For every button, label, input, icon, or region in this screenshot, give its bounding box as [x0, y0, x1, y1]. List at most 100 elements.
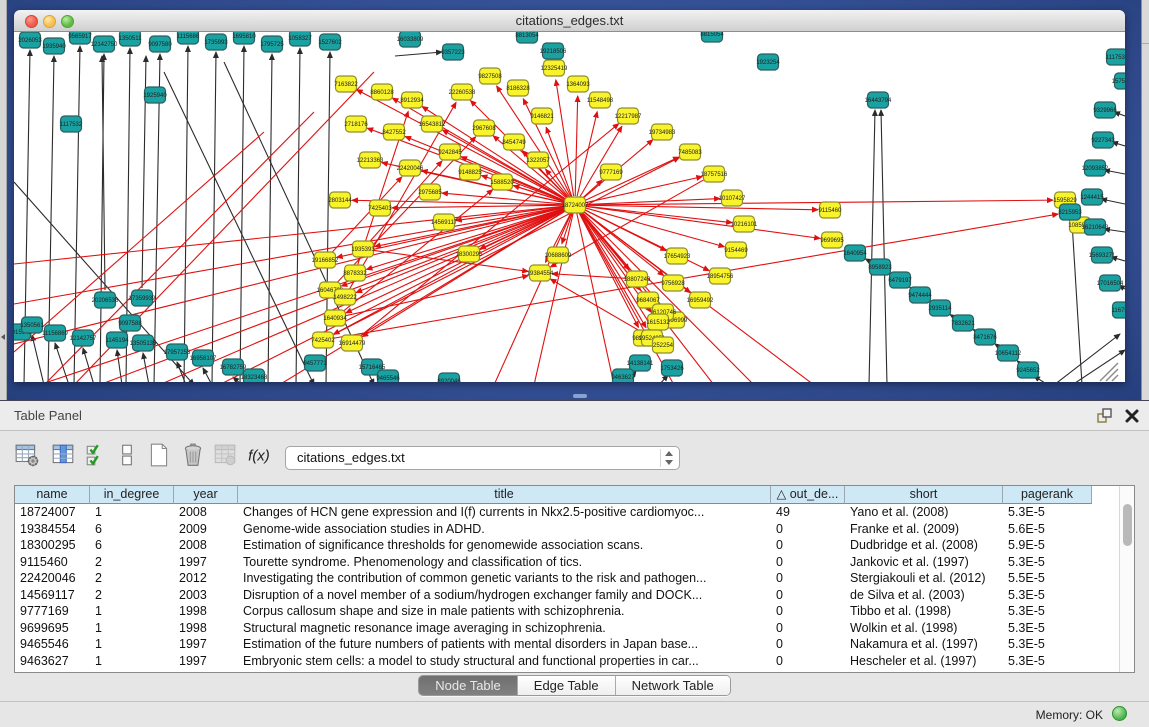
float-panel-button[interactable] [1096, 408, 1114, 424]
graph-edge[interactable] [395, 52, 442, 56]
graph-node-label: 9699695 [820, 238, 844, 244]
graph-node-label: 17359939 [129, 296, 156, 302]
graph-node-label: 7832621 [951, 321, 975, 327]
graph-node-label: 1735993 [204, 40, 228, 46]
table-cell: 6 [90, 521, 174, 538]
delete-table-icon[interactable] [212, 442, 242, 472]
table-header-row: namein_degreeyeartitle△ out_de...shortpa… [15, 486, 1119, 504]
table-cell: 0 [771, 570, 845, 587]
table-row[interactable]: 1830029562008Estimation of significance … [15, 537, 1119, 554]
graph-edge[interactable] [881, 110, 887, 382]
graph-edge[interactable] [1112, 375, 1118, 381]
column-header-short[interactable]: short [845, 486, 1003, 504]
graph-edge[interactable] [184, 46, 188, 382]
table-panel: Table Panel f(x) citations_edges.txt n [0, 400, 1149, 727]
graph-node-label: 2803144 [328, 198, 352, 204]
graph-edge[interactable] [14, 205, 575, 344]
table-scrollbar[interactable] [1119, 486, 1134, 672]
table-row[interactable]: 1938455462009Genome-wide association stu… [15, 521, 1119, 538]
graph-edge[interactable] [575, 205, 754, 382]
graph-node-label: 10688609 [545, 253, 572, 259]
table-cell: Yano et al. (2008) [845, 504, 1003, 521]
graph-edge[interactable] [212, 52, 216, 382]
graph-node-label: 1795725 [260, 42, 284, 48]
table-row[interactable]: 2242004622012Investigating the contribut… [15, 570, 1119, 587]
table-row[interactable]: 946362711997Embryonic stem cells: a mode… [15, 653, 1119, 670]
network-desktop: citations_edges.txt 18724007193845547163… [7, 0, 1141, 400]
table-row[interactable]: 946554611997Estimation of the future num… [15, 636, 1119, 653]
graph-edge[interactable] [480, 209, 567, 249]
table-cell: 5.3E-5 [1003, 620, 1092, 637]
column-header-year[interactable]: year [174, 486, 238, 504]
insert-column-icon[interactable] [50, 442, 80, 472]
table-settings-icon[interactable] [14, 442, 44, 472]
graph-edge[interactable] [575, 96, 577, 196]
graph-node-label: 17957253 [164, 350, 191, 356]
graph-node-label: 10107427 [719, 196, 746, 202]
column-header-pagerank[interactable]: pagerank [1003, 486, 1092, 504]
table-cell: 9777169 [15, 603, 90, 620]
float-window-icon [1096, 408, 1114, 424]
graph-node-label: 18954756 [707, 274, 734, 280]
graph-edge[interactable] [584, 200, 1053, 205]
graph-edge[interactable] [203, 368, 212, 382]
tab-network-table[interactable]: Network Table [616, 676, 730, 695]
graph-edge[interactable] [534, 205, 575, 382]
graph-edge[interactable] [83, 348, 94, 382]
table-cell: de Silva et al. (2003) [845, 587, 1003, 604]
graph-edge[interactable] [296, 48, 300, 382]
graph-edge[interactable] [268, 54, 272, 382]
table-row[interactable]: 911546021997Tourette syndrome. Phenomeno… [15, 554, 1119, 571]
graph-edge[interactable] [1072, 222, 1082, 382]
left-panel-edge[interactable] [0, 0, 7, 400]
graph-edge[interactable] [100, 54, 104, 382]
citation-network-graph: 1872400719384554716382288601288912934271… [14, 32, 1125, 382]
graph-node-label: 7425402 [311, 338, 335, 344]
secondary-window-edge [1141, 0, 1149, 400]
table-cell: Embryonic stem cells: a model to study s… [238, 653, 771, 670]
table-cell: 2003 [174, 587, 238, 604]
column-header-title[interactable]: title [238, 486, 771, 504]
network-canvas[interactable]: 1872400719384554716382288601288912934271… [14, 32, 1125, 382]
table-row[interactable]: 969969511998Structural magnetic resonanc… [15, 620, 1119, 637]
table-select-dropdown[interactable]: citations_edges.txt [285, 446, 680, 470]
graph-edge[interactable] [584, 205, 818, 210]
graph-node-label: 8454749 [502, 140, 526, 146]
graph-edge[interactable] [1106, 369, 1118, 381]
graph-node-label: 9474444 [908, 293, 932, 299]
window-titlebar[interactable]: citations_edges.txt [14, 10, 1125, 32]
scrollbar-thumb[interactable] [1123, 504, 1132, 546]
column-header-out-de-[interactable]: △ out_de... [771, 486, 845, 504]
graph-node-label: 8912934 [400, 98, 424, 104]
tab-node-table[interactable]: Node Table [419, 676, 518, 695]
graph-edge[interactable] [392, 205, 566, 208]
table-cell: 1 [90, 636, 174, 653]
table-select-value: citations_edges.txt [297, 450, 405, 465]
table-cell: 2 [90, 554, 174, 571]
graph-edge[interactable] [126, 48, 130, 382]
column-header-in-degree[interactable]: in_degree [90, 486, 174, 504]
graph-edge[interactable] [219, 205, 575, 382]
graph-node-label: 1753426 [660, 366, 684, 372]
splitter-handle[interactable] [573, 394, 587, 398]
graph-node-label: 9329966 [1093, 108, 1117, 114]
function-builder-icon[interactable]: f(x) [246, 442, 276, 472]
close-panel-button[interactable] [1124, 408, 1142, 424]
table-cell: 0 [771, 537, 845, 554]
select-columns-icon[interactable] [84, 442, 114, 472]
table-row[interactable]: 1872400712008Changes of HCN gene express… [15, 504, 1119, 521]
graph-edge[interactable] [583, 157, 679, 201]
column-header-name[interactable]: name [15, 486, 90, 504]
insert-row-icon[interactable] [114, 442, 144, 472]
graph-edge[interactable] [1101, 199, 1125, 204]
table-row[interactable]: 977716911998Corpus callosum shape and si… [15, 603, 1119, 620]
graph-edge[interactable] [584, 206, 820, 238]
graph-edge[interactable] [32, 335, 44, 382]
new-file-icon[interactable] [146, 442, 176, 472]
delete-trash-icon[interactable] [180, 442, 210, 472]
table-cell: Tourette syndrome. Phenomenology and cla… [238, 554, 771, 571]
graph-node-label: 14138141 [627, 361, 654, 367]
tab-edge-table[interactable]: Edge Table [518, 676, 616, 695]
memory-status-indicator[interactable] [1112, 706, 1127, 721]
table-row[interactable]: 1456911722003Disruption of a novel membe… [15, 587, 1119, 604]
